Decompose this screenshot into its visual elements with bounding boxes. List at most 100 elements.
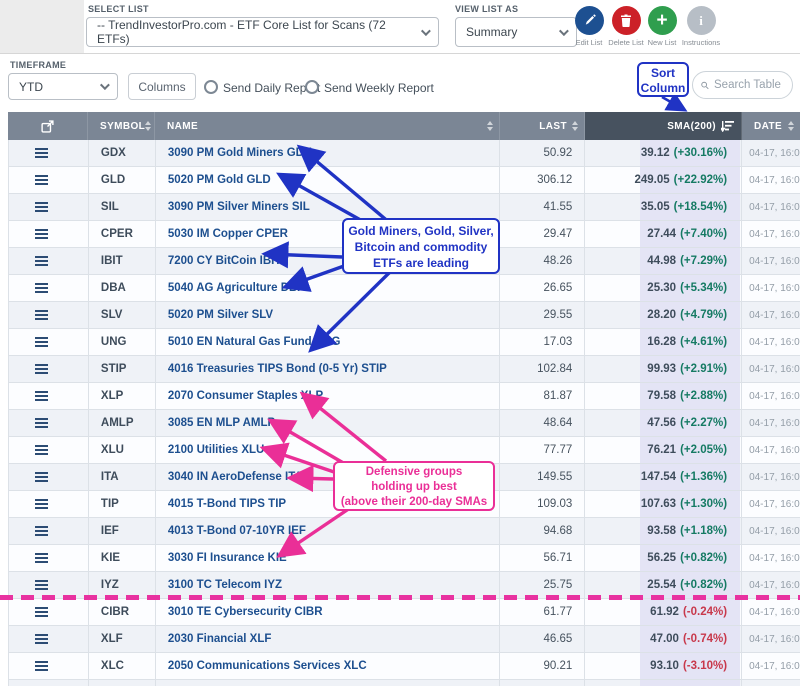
sort-both-icon bbox=[572, 121, 578, 131]
row-menu-button[interactable] bbox=[9, 194, 89, 220]
name-link[interactable]: 3085 EN MLP AMLP bbox=[168, 417, 275, 429]
header-last[interactable]: LAST bbox=[500, 112, 585, 140]
header-last-label: LAST bbox=[539, 121, 567, 132]
menu-icon bbox=[35, 175, 48, 185]
table-row: KIE3030 FI Insurance KIE56.7156.25(+0.82… bbox=[9, 545, 800, 572]
columns-button[interactable]: Columns bbox=[128, 73, 196, 100]
name-link[interactable]: 4015 T-Bond TIPS TIP bbox=[168, 498, 286, 510]
name-cell: 3030 FI Insurance KIE bbox=[156, 545, 501, 571]
row-menu-button[interactable] bbox=[9, 221, 89, 247]
view-list-as-value: Summary bbox=[466, 25, 517, 39]
note-line: holding up best bbox=[335, 480, 493, 495]
name-link[interactable]: 5020 PM Silver SLV bbox=[168, 309, 273, 321]
new-list-button[interactable]: + New List bbox=[640, 6, 684, 47]
sma-value: 25.54 bbox=[647, 579, 676, 591]
sma200-cell: 61.92(-0.24%) bbox=[585, 599, 742, 625]
menu-icon bbox=[35, 256, 48, 266]
last-cell: 29.47 bbox=[500, 221, 585, 247]
name-link[interactable]: 3100 TC Telecom IYZ bbox=[168, 579, 282, 591]
name-cell: 5020 PM Silver SLV bbox=[156, 302, 501, 328]
last-cell: 48.64 bbox=[500, 410, 585, 436]
name-link[interactable]: 4013 T-Bond 07-10YR IEF bbox=[168, 525, 306, 537]
note-line: (above their 200-day SMAs bbox=[335, 495, 493, 510]
name-cell: 2050 Communications Services XLC bbox=[156, 653, 501, 679]
sma200-cell: 93.10(-3.10%) bbox=[585, 653, 742, 679]
sma-value: 249.05 bbox=[634, 174, 669, 186]
name-link[interactable]: 2030 Financial XLF bbox=[168, 633, 272, 645]
name-link[interactable]: 5040 AG Agriculture DBA bbox=[168, 282, 306, 294]
table-row: UNG5010 EN Natural Gas Fund UNG17.0316.2… bbox=[9, 329, 800, 356]
row-menu-button[interactable] bbox=[9, 356, 89, 382]
row-menu-button[interactable] bbox=[9, 275, 89, 301]
row-menu-button[interactable] bbox=[9, 140, 89, 166]
last-cell: 26.65 bbox=[500, 275, 585, 301]
sma200-cell: 47.56(+2.27%) bbox=[585, 410, 742, 436]
header-sma200[interactable]: SMA(200) bbox=[585, 112, 742, 140]
name-link[interactable]: 5010 EN Natural Gas Fund UNG bbox=[168, 336, 341, 348]
name-link[interactable]: 4016 Treasuries TIPS Bond (0-5 Yr) STIP bbox=[168, 363, 387, 375]
date-cell: 04-17, 16:00 bbox=[742, 356, 800, 382]
instructions-button[interactable]: i Instructions bbox=[679, 6, 723, 47]
view-list-as-dropdown[interactable]: Summary bbox=[455, 17, 577, 47]
row-menu-button[interactable] bbox=[9, 167, 89, 193]
row-menu-button[interactable] bbox=[9, 464, 89, 490]
row-menu-button[interactable] bbox=[9, 491, 89, 517]
row-menu-button[interactable] bbox=[9, 518, 89, 544]
name-link[interactable]: 3090 PM Silver Miners SIL bbox=[168, 201, 310, 213]
row-menu-button[interactable] bbox=[9, 410, 89, 436]
symbol-cell: TIP bbox=[89, 491, 156, 517]
row-menu-button[interactable] bbox=[9, 599, 89, 625]
timeframe-dropdown[interactable]: YTD bbox=[8, 73, 118, 100]
name-link[interactable]: 2070 Consumer Staples XLP bbox=[168, 390, 323, 402]
row-menu-button[interactable] bbox=[9, 302, 89, 328]
row-menu-button[interactable] bbox=[9, 383, 89, 409]
header-date[interactable]: DATE bbox=[742, 112, 800, 140]
row-menu-button[interactable] bbox=[9, 329, 89, 355]
header-launch[interactable] bbox=[8, 112, 88, 140]
sma200-cell: 39.12(+30.16%) bbox=[585, 140, 742, 166]
name-link[interactable]: 3040 IN AeroDefense ITA bbox=[168, 471, 303, 483]
search-table-box[interactable] bbox=[692, 71, 793, 99]
sma-value: 44.98 bbox=[647, 255, 676, 267]
last-cell: 61.77 bbox=[500, 599, 585, 625]
sma200-cell: 99.93(+2.91%) bbox=[585, 356, 742, 382]
sma-percent: (-3.10%) bbox=[683, 660, 727, 672]
search-input[interactable] bbox=[714, 79, 784, 91]
name-link[interactable]: 5030 IM Copper CPER bbox=[168, 228, 288, 240]
name-cell: 3085 EN MLP AMLP bbox=[156, 410, 501, 436]
row-menu-button[interactable] bbox=[9, 653, 89, 679]
send-weekly-radio[interactable] bbox=[305, 80, 319, 94]
symbol-cell: UNG bbox=[89, 329, 156, 355]
name-link[interactable]: 2050 Communications Services XLC bbox=[168, 660, 367, 672]
table-row: XLC2050 Communications Services XLC90.21… bbox=[9, 653, 800, 680]
symbol-cell: AMLP bbox=[89, 410, 156, 436]
note-line: Defensive groups bbox=[335, 465, 493, 480]
name-link[interactable]: 3010 TE Cybersecurity CIBR bbox=[168, 606, 323, 618]
name-cell: 3090 PM Gold Miners GDX bbox=[156, 140, 501, 166]
row-menu-button[interactable] bbox=[9, 626, 89, 652]
send-daily-radio[interactable] bbox=[204, 80, 218, 94]
header-name[interactable]: NAME bbox=[155, 112, 500, 140]
row-menu-button[interactable] bbox=[9, 545, 89, 571]
row-menu-button[interactable] bbox=[9, 248, 89, 274]
sma-percent: (+1.30%) bbox=[680, 498, 727, 510]
select-list-dropdown[interactable]: -- TrendInvestorPro.com - ETF Core List … bbox=[86, 17, 439, 47]
name-link[interactable]: 7200 CY BitCoin IBIT bbox=[168, 255, 282, 267]
last-cell: 41.55 bbox=[500, 194, 585, 220]
name-link[interactable]: 3030 FI Insurance KIE bbox=[168, 552, 287, 564]
defensive-note: Defensive groups holding up best (above … bbox=[333, 461, 495, 511]
menu-icon bbox=[35, 634, 48, 644]
name-link[interactable]: 3090 PM Gold Miners GDX bbox=[168, 147, 312, 159]
sma-percent: (+1.18%) bbox=[680, 525, 727, 537]
symbol-cell: XLP bbox=[89, 383, 156, 409]
etf-scan-list-page: SELECT LIST -- TrendInvestorPro.com - ET… bbox=[0, 0, 800, 686]
header-symbol[interactable]: SYMBOL bbox=[88, 112, 155, 140]
name-link[interactable]: 5020 PM Gold GLD bbox=[168, 174, 271, 186]
name-link[interactable]: 2100 Utilities XLU bbox=[168, 444, 265, 456]
row-menu-button[interactable] bbox=[9, 437, 89, 463]
last-cell: 102.84 bbox=[500, 356, 585, 382]
sma-percent: (+4.79%) bbox=[680, 309, 727, 321]
date-cell: 04-17, 16:00 bbox=[742, 464, 800, 490]
sma200-cell: 16.28(+4.61%) bbox=[585, 329, 742, 355]
symbol-cell: CPER bbox=[89, 221, 156, 247]
